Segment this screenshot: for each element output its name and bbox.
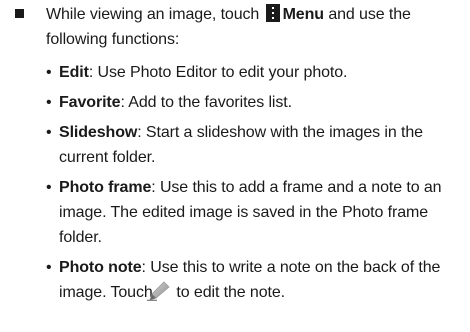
intro-text-before-icon: While viewing an image, touch	[46, 6, 260, 23]
manual-page: While viewing an image, touch Menu and u…	[0, 0, 470, 332]
menu-icon	[265, 4, 280, 22]
bullet-dot: •	[46, 259, 52, 276]
bullet-dot: •	[46, 124, 52, 141]
function-description: : Add to the favorites list.	[120, 94, 292, 111]
function-item-slideshow: • Slideshow: Start a slideshow with the i…	[46, 120, 462, 170]
function-item-favorite: • Favorite: Add to the favorites list.	[46, 90, 462, 115]
function-title: Slideshow	[59, 124, 138, 141]
function-title: Photo note	[59, 259, 142, 276]
function-item-photo-frame: • Photo frame: Use this to add a frame an…	[46, 175, 462, 250]
square-bullet-icon	[15, 9, 24, 18]
bullet-dot: •	[46, 179, 52, 196]
function-description: : Use Photo Editor to edit your photo.	[88, 64, 348, 81]
function-description-tail: to edit the note.	[176, 284, 286, 301]
function-title: Favorite	[59, 94, 121, 111]
function-title: Photo frame	[59, 179, 152, 196]
function-item-edit: • Edit: Use Photo Editor to edit your pho…	[46, 60, 462, 85]
bullet-dot: •	[46, 64, 52, 81]
function-list: • Edit: Use Photo Editor to edit your pho…	[46, 60, 462, 314]
function-title: Edit	[59, 64, 89, 81]
bullet-dot: •	[46, 94, 52, 111]
menu-label: Menu	[282, 6, 324, 23]
pencil-icon	[147, 281, 171, 309]
intro-paragraph: While viewing an image, touch Menu and u…	[46, 2, 462, 52]
function-item-photo-note: • Photo note: Use this to write a note on…	[46, 255, 462, 309]
